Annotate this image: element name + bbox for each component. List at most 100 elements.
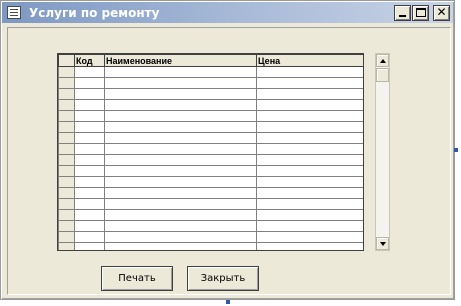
name-cell[interactable]	[104, 88, 257, 100]
table-row[interactable]	[58, 99, 363, 111]
services-grid[interactable]: Код Наименование Цена	[57, 53, 364, 251]
table-row[interactable]	[58, 121, 363, 133]
name-cell[interactable]	[104, 231, 257, 243]
row-indicator-cell[interactable]	[58, 88, 75, 100]
code-cell[interactable]	[74, 132, 105, 144]
code-cell[interactable]	[74, 77, 105, 89]
row-indicator-cell[interactable]	[58, 132, 75, 144]
table-row[interactable]	[58, 220, 363, 232]
row-indicator-cell[interactable]	[58, 209, 75, 221]
price-cell[interactable]	[256, 242, 363, 250]
price-cell[interactable]	[256, 121, 363, 133]
code-cell[interactable]	[74, 176, 105, 188]
price-cell[interactable]	[256, 88, 363, 100]
name-cell[interactable]	[104, 66, 257, 78]
name-cell[interactable]	[104, 198, 257, 210]
table-row[interactable]	[58, 165, 363, 177]
scroll-down-button[interactable]	[376, 237, 389, 250]
price-cell[interactable]	[256, 66, 363, 78]
name-cell[interactable]	[104, 121, 257, 133]
row-indicator-cell[interactable]	[58, 143, 75, 155]
minimize-button[interactable]	[394, 5, 411, 21]
table-row[interactable]	[58, 77, 363, 89]
code-cell[interactable]	[74, 231, 105, 243]
table-row[interactable]	[58, 132, 363, 144]
name-cell[interactable]	[104, 132, 257, 144]
price-cell[interactable]	[256, 209, 363, 221]
price-cell[interactable]	[256, 198, 363, 210]
code-cell[interactable]	[74, 220, 105, 232]
table-row[interactable]	[58, 242, 363, 250]
resize-handle-right[interactable]	[454, 148, 458, 152]
price-cell[interactable]	[256, 187, 363, 199]
table-row[interactable]	[58, 88, 363, 100]
column-header-code[interactable]: Код	[74, 54, 105, 67]
code-cell[interactable]	[74, 198, 105, 210]
name-cell[interactable]	[104, 143, 257, 155]
close-window-button[interactable]: ✕	[433, 5, 450, 21]
price-cell[interactable]	[256, 165, 363, 177]
price-cell[interactable]	[256, 220, 363, 232]
row-indicator-cell[interactable]	[58, 220, 75, 232]
code-cell[interactable]	[74, 99, 105, 111]
name-cell[interactable]	[104, 242, 257, 250]
name-cell[interactable]	[104, 154, 257, 166]
table-row[interactable]	[58, 143, 363, 155]
table-row[interactable]	[58, 187, 363, 199]
price-cell[interactable]	[256, 154, 363, 166]
print-button[interactable]: Печать	[101, 266, 173, 291]
resize-handle-bottom[interactable]	[226, 300, 230, 304]
row-indicator-cell[interactable]	[58, 198, 75, 210]
row-indicator-cell[interactable]	[58, 66, 75, 78]
name-cell[interactable]	[104, 209, 257, 221]
table-row[interactable]	[58, 154, 363, 166]
row-indicator-cell[interactable]	[58, 165, 75, 177]
table-row[interactable]	[58, 110, 363, 122]
row-indicator-cell[interactable]	[58, 110, 75, 122]
code-cell[interactable]	[74, 66, 105, 78]
table-row[interactable]	[58, 209, 363, 221]
column-header-name[interactable]: Наименование	[104, 54, 257, 67]
code-cell[interactable]	[74, 187, 105, 199]
code-cell[interactable]	[74, 154, 105, 166]
code-cell[interactable]	[74, 165, 105, 177]
price-cell[interactable]	[256, 176, 363, 188]
price-cell[interactable]	[256, 132, 363, 144]
code-cell[interactable]	[74, 121, 105, 133]
row-indicator-cell[interactable]	[58, 77, 75, 89]
column-header-price[interactable]: Цена	[256, 54, 363, 67]
name-cell[interactable]	[104, 176, 257, 188]
row-indicator-cell[interactable]	[58, 121, 75, 133]
name-cell[interactable]	[104, 165, 257, 177]
code-cell[interactable]	[74, 88, 105, 100]
code-cell[interactable]	[74, 110, 105, 122]
row-indicator-cell[interactable]	[58, 154, 75, 166]
price-cell[interactable]	[256, 99, 363, 111]
row-indicator-cell[interactable]	[58, 176, 75, 188]
grid-vertical-scrollbar[interactable]	[375, 53, 390, 251]
price-cell[interactable]	[256, 110, 363, 122]
name-cell[interactable]	[104, 187, 257, 199]
row-indicator-cell[interactable]	[58, 242, 75, 250]
name-cell[interactable]	[104, 110, 257, 122]
price-cell[interactable]	[256, 77, 363, 89]
scroll-up-button[interactable]	[376, 54, 389, 67]
name-cell[interactable]	[104, 220, 257, 232]
table-row[interactable]	[58, 176, 363, 188]
table-row[interactable]	[58, 66, 363, 78]
code-cell[interactable]	[74, 242, 105, 250]
row-indicator-cell[interactable]	[58, 187, 75, 199]
row-indicator-cell[interactable]	[58, 231, 75, 243]
price-cell[interactable]	[256, 143, 363, 155]
name-cell[interactable]	[104, 99, 257, 111]
title-bar[interactable]: Услуги по ремонту ✕	[2, 2, 453, 23]
code-cell[interactable]	[74, 143, 105, 155]
code-cell[interactable]	[74, 209, 105, 221]
table-row[interactable]	[58, 198, 363, 210]
maximize-button[interactable]	[412, 5, 429, 21]
scroll-thumb[interactable]	[376, 68, 389, 82]
row-indicator-cell[interactable]	[58, 99, 75, 111]
table-row[interactable]	[58, 231, 363, 243]
price-cell[interactable]	[256, 231, 363, 243]
name-cell[interactable]	[104, 77, 257, 89]
